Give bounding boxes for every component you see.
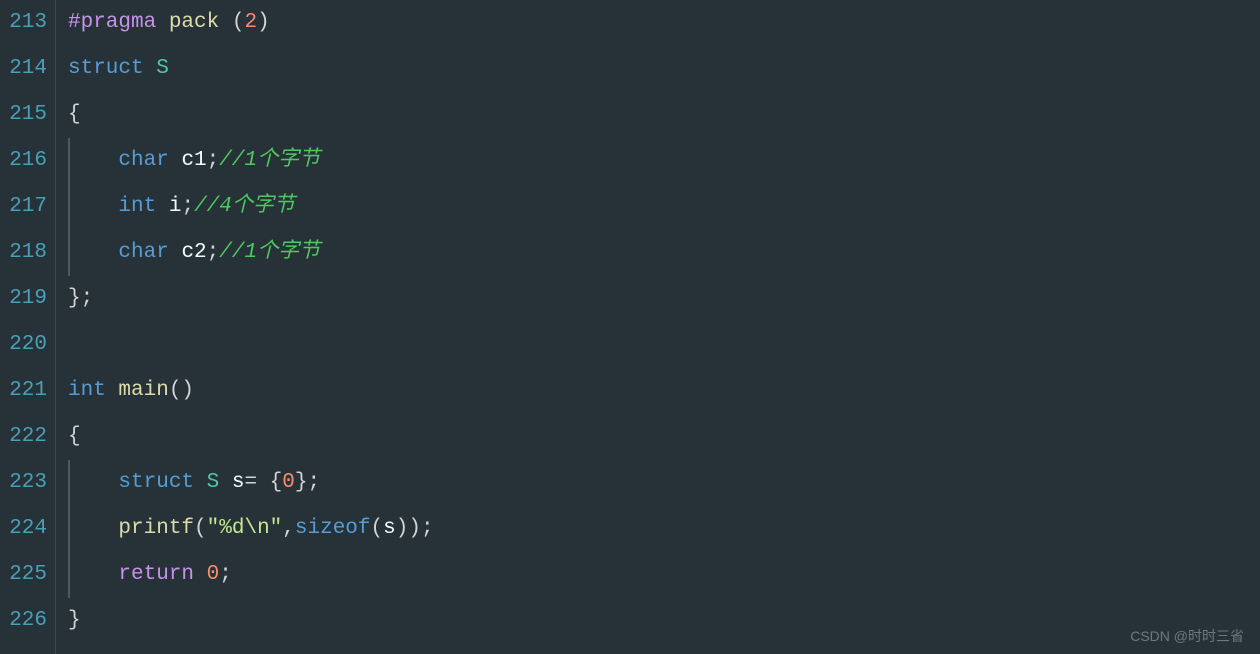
line-number: 219: [0, 276, 47, 322]
keyword-type: char: [118, 241, 168, 264]
code-line: struct S s= {0};: [68, 460, 1260, 506]
code-line: {: [68, 92, 1260, 138]
pragma-func: pack: [169, 11, 219, 34]
code-line: printf("%d\n",sizeof(s));: [68, 506, 1260, 552]
code-line: char c1;//1个字节: [68, 138, 1260, 184]
code-line: return 0;: [68, 552, 1260, 598]
code-line: struct S: [68, 46, 1260, 92]
preprocessor-directive: #pragma: [68, 11, 156, 34]
keyword-sizeof: sizeof: [295, 517, 371, 540]
code-line: [68, 322, 1260, 368]
keyword-type: int: [68, 379, 106, 402]
keyword-return: return: [118, 563, 194, 586]
watermark: CSDN @时时三省: [1130, 626, 1244, 646]
line-number: 214: [0, 46, 47, 92]
line-number: 222: [0, 414, 47, 460]
code-content[interactable]: #pragma pack (2) struct S { char c1;//1个…: [56, 0, 1260, 654]
code-line: {: [68, 414, 1260, 460]
line-number: 217: [0, 184, 47, 230]
string-literal: "%d\n": [207, 517, 283, 540]
keyword-struct: struct: [118, 471, 194, 494]
function-main: main: [106, 379, 169, 402]
line-number: 213: [0, 0, 47, 46]
line-number: 218: [0, 230, 47, 276]
line-number: 224: [0, 506, 47, 552]
code-line: };: [68, 276, 1260, 322]
code-line: #pragma pack (2): [68, 0, 1260, 46]
line-number: 225: [0, 552, 47, 598]
line-number-gutter: 213 214 215 216 217 218 219 220 221 222 …: [0, 0, 56, 654]
line-number: 226: [0, 598, 47, 644]
line-number: 221: [0, 368, 47, 414]
comment: //1个字节: [219, 241, 320, 264]
keyword-type: int: [118, 195, 156, 218]
code-line: int main(): [68, 368, 1260, 414]
line-number: 223: [0, 460, 47, 506]
line-number: 216: [0, 138, 47, 184]
line-number: 220: [0, 322, 47, 368]
code-line: char c2;//1个字节: [68, 230, 1260, 276]
function-printf: printf: [118, 517, 194, 540]
keyword-type: char: [118, 149, 168, 172]
keyword-struct: struct: [68, 57, 144, 80]
line-number: 215: [0, 92, 47, 138]
comment: //1个字节: [219, 149, 320, 172]
comment: //4个字节: [194, 195, 295, 218]
code-editor: 213 214 215 216 217 218 219 220 221 222 …: [0, 0, 1260, 654]
code-line: int i;//4个字节: [68, 184, 1260, 230]
code-line: }: [68, 598, 1260, 644]
